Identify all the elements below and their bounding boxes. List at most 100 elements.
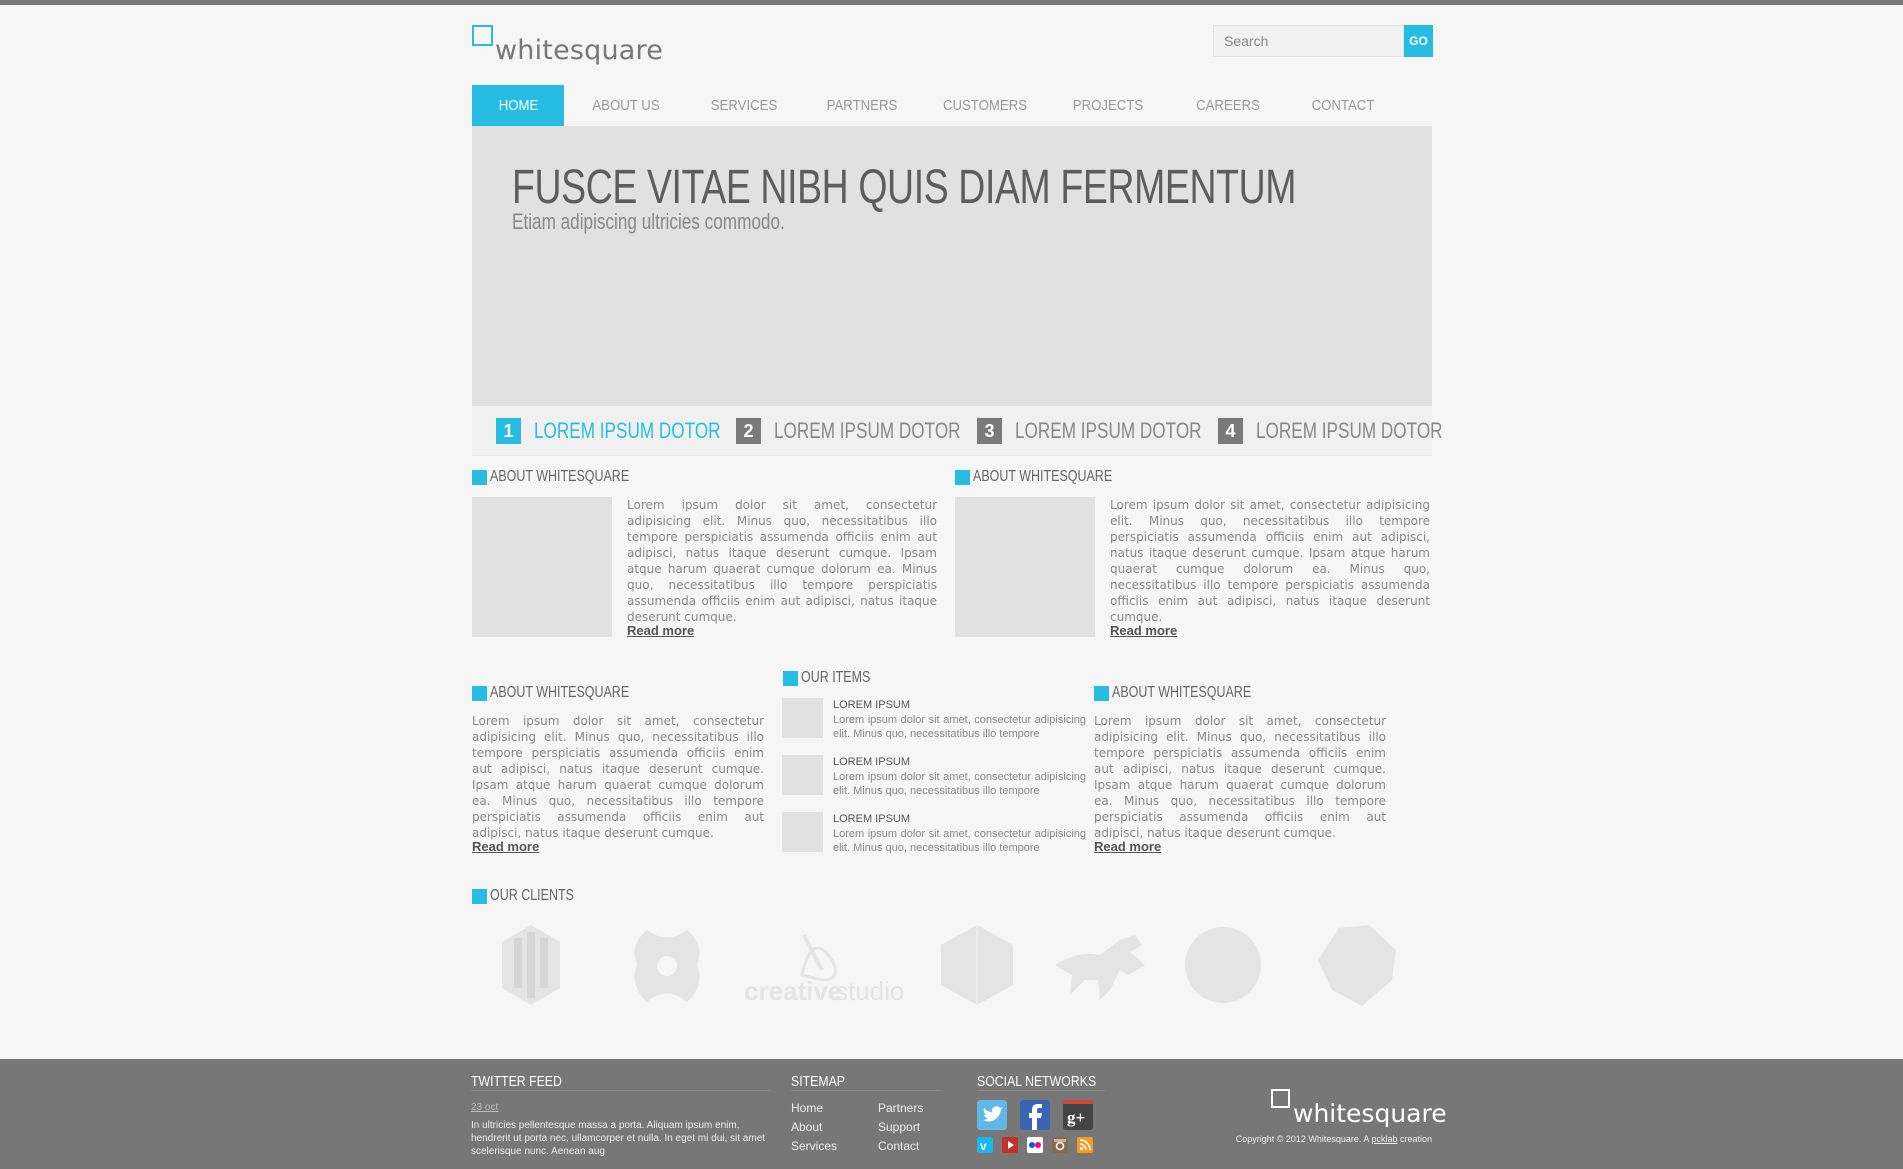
sitemap-link-contact[interactable]: Contact (878, 1139, 919, 1153)
sitemap-title: SITEMAP (791, 1073, 846, 1090)
twitter-feed-title: TWITTER FEED (471, 1073, 562, 1090)
section-title: ABOUT WHITESQUARE (1112, 684, 1252, 701)
logo-text: whitesquare (495, 35, 664, 66)
sitemap-link-partners[interactable]: Partners (878, 1101, 923, 1115)
about-left-read-more[interactable]: Read more (627, 623, 694, 638)
item-text: Lorem ipsum dolor sit amet, consectetur … (833, 714, 1086, 740)
section-title: ABOUT WHITESQUARE (973, 468, 1113, 485)
nav-contact[interactable]: CONTACT (1293, 85, 1393, 126)
section-title: OUR ITEMS (801, 669, 871, 686)
about-right-read-more[interactable]: Read more (1110, 623, 1177, 638)
nav-about-us[interactable]: ABOUT US (571, 85, 680, 126)
item-title[interactable]: LOREM IPSUM (833, 756, 910, 768)
item-title[interactable]: LOREM IPSUM (833, 813, 910, 825)
about-left-image (472, 497, 612, 637)
footer-logo-square-icon (1271, 1089, 1290, 1108)
flickr-icon[interactable] (1027, 1137, 1043, 1153)
item-text: Lorem ipsum dolor sit amet, consectetur … (833, 828, 1086, 854)
col1-heading: ABOUT WHITESQUARE (472, 684, 668, 702)
heading-square-icon (955, 469, 970, 485)
rss-icon[interactable] (1077, 1137, 1093, 1153)
slider-tab-number: 4 (1218, 418, 1243, 444)
slider-tab-4[interactable]: 4 LOREM IPSUM DOTOR (1218, 418, 1495, 444)
hero-subtitle: Etiam adipiscing ultricies commodo. (512, 209, 785, 234)
pcklab-link[interactable]: pcklab (1371, 1134, 1397, 1144)
youtube-icon[interactable] (1002, 1137, 1018, 1153)
col3-text: Lorem ipsum dolor sit amet, consectetur … (1094, 714, 1386, 840)
sitemap-link-about[interactable]: About (791, 1120, 822, 1134)
heading-square-icon (783, 670, 798, 686)
item-thumbnail (782, 698, 823, 738)
circle-logo-icon[interactable] (1182, 920, 1264, 1010)
section-title: ABOUT WHITESQUARE (490, 684, 630, 701)
knot-logo-icon[interactable] (627, 920, 707, 1010)
item-title[interactable]: LOREM IPSUM (833, 699, 910, 711)
twitter-icon[interactable] (977, 1100, 1007, 1130)
svg-text:v: v (980, 1139, 987, 1153)
footer: TWITTER FEED 23 oct In ultricies pellent… (0, 1059, 1903, 1169)
studio-text: studio (835, 976, 904, 1006)
top-border (0, 0, 1903, 5)
slider-tab-1[interactable]: 1 LOREM IPSUM DOTOR (496, 418, 773, 444)
hero-banner: FUSCE VITAE NIBH QUIS DIAM FERMENTUM Eti… (472, 126, 1432, 406)
footer-divider (791, 1090, 941, 1091)
nav-services[interactable]: SERVICES (695, 85, 794, 126)
horse-logo-icon[interactable] (1050, 920, 1160, 1010)
copyright-suffix: creation (1397, 1134, 1432, 1144)
copyright-text: Copyright © 2012 Whitesquare. A (1235, 1134, 1372, 1144)
heading-square-icon (472, 469, 487, 485)
footer-divider (471, 1090, 771, 1091)
about-right-text: Lorem ipsum dolor sit amet, consectetur … (1110, 498, 1430, 624)
nav-label: HOME (498, 97, 538, 114)
footer-logo-text[interactable]: whitesquare (1293, 1099, 1447, 1128)
item-text: Lorem ipsum dolor sit amet, consectetur … (833, 771, 1086, 797)
nav-projects[interactable]: PROJECTS (1053, 85, 1162, 126)
slider-tab-2[interactable]: 2 LOREM IPSUM DOTOR (736, 418, 1013, 444)
creativestudio-logo-icon[interactable]: creative studio (742, 920, 912, 1010)
col1-read-more[interactable]: Read more (472, 839, 539, 854)
slider-tab-label: LOREM IPSUM DOTOR (774, 418, 961, 443)
col3-read-more[interactable]: Read more (1094, 839, 1161, 854)
social-networks-title: SOCIAL NETWORKS (977, 1073, 1097, 1090)
col1-text: Lorem ipsum dolor sit amet, consectetur … (472, 714, 764, 840)
facebook-icon[interactable] (1020, 1100, 1050, 1130)
col3-heading: ABOUT WHITESQUARE (1094, 684, 1290, 702)
slider-tab-3[interactable]: 3 LOREM IPSUM DOTOR (977, 418, 1254, 444)
main-nav: HOME ABOUT US SERVICES PARTNERS CUSTOMER… (472, 85, 1432, 126)
creative-text: creative (744, 976, 842, 1006)
nav-customers[interactable]: CUSTOMERS (931, 85, 1038, 126)
cube-logo-icon[interactable] (937, 920, 1017, 1010)
heading-square-icon (472, 888, 487, 904)
vimeo-icon[interactable]: v (977, 1137, 993, 1153)
search-input[interactable] (1213, 25, 1404, 57)
logo[interactable]: whitesquare (472, 25, 672, 66)
slider-tab-number: 3 (977, 418, 1002, 444)
sitemap-link-support[interactable]: Support (878, 1120, 920, 1134)
section-title: ABOUT WHITESQUARE (490, 468, 630, 485)
instagram-icon[interactable] (1052, 1137, 1068, 1153)
tweet-date[interactable]: 23 oct (471, 1102, 498, 1113)
item-thumbnail (782, 755, 823, 795)
shape-logo-icon[interactable] (1314, 920, 1404, 1010)
sitemap-link-services[interactable]: Services (791, 1139, 837, 1153)
copyright: Copyright © 2012 Whitesquare. A pcklab c… (1236, 1134, 1432, 1144)
search-go-button[interactable]: GO (1404, 25, 1433, 57)
slider-tab-number: 1 (496, 418, 521, 444)
nav-home[interactable]: HOME (472, 85, 564, 126)
hexagon-logo-icon[interactable] (500, 920, 562, 1010)
sitemap-link-home[interactable]: Home (791, 1101, 823, 1115)
svg-text:g+: g+ (1067, 1108, 1085, 1127)
nav-careers[interactable]: CAREERS (1177, 85, 1279, 126)
our-clients-heading: OUR CLIENTS (472, 887, 598, 905)
slider-tabs: 1 LOREM IPSUM DOTOR 2 LOREM IPSUM DOTOR … (472, 406, 1443, 456)
slider-tab-number: 2 (736, 418, 761, 444)
footer-divider (977, 1090, 1105, 1091)
about-right-image (955, 497, 1095, 637)
about-right-heading: ABOUT WHITESQUARE (955, 468, 1151, 486)
about-left-text: Lorem ipsum dolor sit amet, consectetur … (627, 498, 937, 624)
nav-partners[interactable]: PARTNERS (807, 85, 916, 126)
logo-square-icon (472, 25, 493, 46)
client-logos: creative studio (472, 920, 1432, 1020)
google-plus-icon[interactable]: g+ (1063, 1100, 1093, 1130)
our-items-heading: OUR ITEMS (783, 669, 890, 687)
